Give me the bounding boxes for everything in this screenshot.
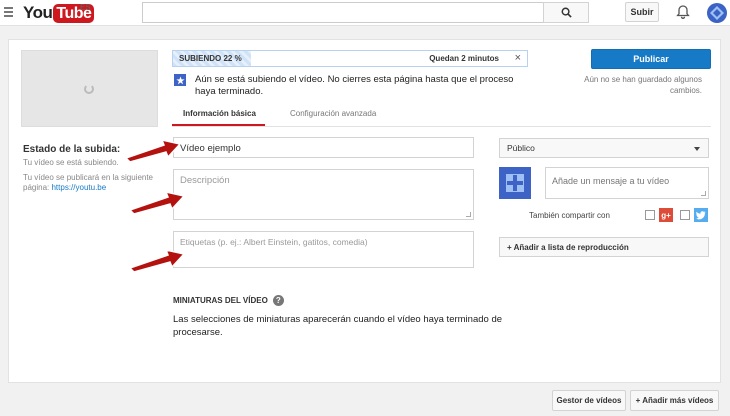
video-url-link[interactable]: https://youtu.be: [51, 183, 106, 192]
thumbnails-info: Las selecciones de miniaturas aparecerán…: [173, 314, 503, 338]
add-more-videos-button[interactable]: + Añadir más vídeos: [630, 390, 719, 411]
tags-field[interactable]: Etiquetas (p. ej.: Albert Einstein, gati…: [173, 231, 474, 268]
help-icon[interactable]: ?: [272, 295, 284, 306]
resize-handle-icon[interactable]: [701, 191, 706, 196]
title-field[interactable]: Vídeo ejemplo: [173, 137, 474, 158]
active-tab-indicator: [172, 124, 265, 126]
chevron-down-icon: [694, 147, 700, 151]
hamburger-menu-icon[interactable]: [4, 7, 13, 17]
upload-card: Estado de la subida: Tu vídeo se está su…: [8, 39, 721, 383]
google-plus-checkbox[interactable]: [645, 210, 655, 220]
loading-spinner-icon: [84, 84, 94, 94]
upload-progress-label: SUBIENDO 22 %: [179, 54, 242, 63]
top-bar: You Tube ES Subir: [0, 0, 730, 26]
star-icon: [174, 74, 186, 86]
video-thumbnail-placeholder: [21, 50, 158, 127]
twitter-checkbox[interactable]: [680, 210, 690, 220]
tags-placeholder: Etiquetas (p. ej.: Albert Einstein, gati…: [180, 237, 368, 247]
time-remaining: Quedan 2 minutos: [429, 54, 499, 63]
cancel-upload-icon[interactable]: ×: [515, 52, 521, 64]
privacy-value: Público: [507, 143, 535, 153]
thumbnails-title: MINIATURAS DEL VÍDEO: [173, 296, 268, 305]
share-message-input[interactable]: Añade un mensaje a tu vídeo: [545, 167, 709, 199]
video-manager-button[interactable]: Gestor de vídeos: [552, 390, 626, 411]
google-plus-icon: g+: [659, 208, 673, 222]
resize-handle-icon[interactable]: [466, 212, 471, 217]
privacy-select[interactable]: Público: [499, 138, 709, 158]
upload-status-page-label: página:: [23, 183, 50, 192]
search-input[interactable]: [142, 2, 544, 23]
twitter-icon: [694, 208, 708, 222]
upload-warning-message: Aún se está subiendo el vídeo. No cierre…: [195, 74, 514, 97]
upload-status-line: página: https://youtu.be: [23, 183, 106, 193]
upload-progress-bar: SUBIENDO 22 % Quedan 2 minutos ×: [172, 50, 528, 67]
upload-status-line: Tu vídeo se está subiendo.: [23, 158, 119, 167]
search-icon: [561, 7, 572, 18]
description-field[interactable]: Descripción: [173, 169, 474, 220]
tab-advanced-settings[interactable]: Configuración avanzada: [290, 109, 376, 118]
upload-status-line: Tu vídeo se publicará en la siguiente: [23, 173, 154, 182]
share-message-placeholder: Añade un mensaje a tu vídeo: [552, 176, 670, 186]
search-button[interactable]: [543, 2, 589, 23]
channel-avatar: [499, 167, 531, 199]
country-code: ES: [80, 3, 91, 12]
tab-bar: Información básica Configuración avanzad…: [172, 104, 711, 127]
account-avatar[interactable]: [707, 3, 727, 23]
add-to-playlist-button[interactable]: + Añadir a lista de reproducción: [499, 237, 709, 257]
upload-button[interactable]: Subir: [625, 2, 659, 22]
notifications-bell-icon[interactable]: [675, 4, 691, 20]
share-also-label: También compartir con: [529, 211, 610, 220]
publish-button[interactable]: Publicar: [591, 49, 711, 69]
tab-basic-info[interactable]: Información básica: [183, 109, 256, 118]
logo-you-text: You: [23, 3, 53, 22]
unsaved-changes-note: Aún no se han guardado algunos cambios.: [584, 75, 702, 95]
thumbnails-heading: MINIATURAS DEL VÍDEO ?: [173, 295, 284, 306]
description-placeholder: Descripción: [180, 175, 230, 186]
upload-status-title: Estado de la subida:: [23, 144, 121, 155]
